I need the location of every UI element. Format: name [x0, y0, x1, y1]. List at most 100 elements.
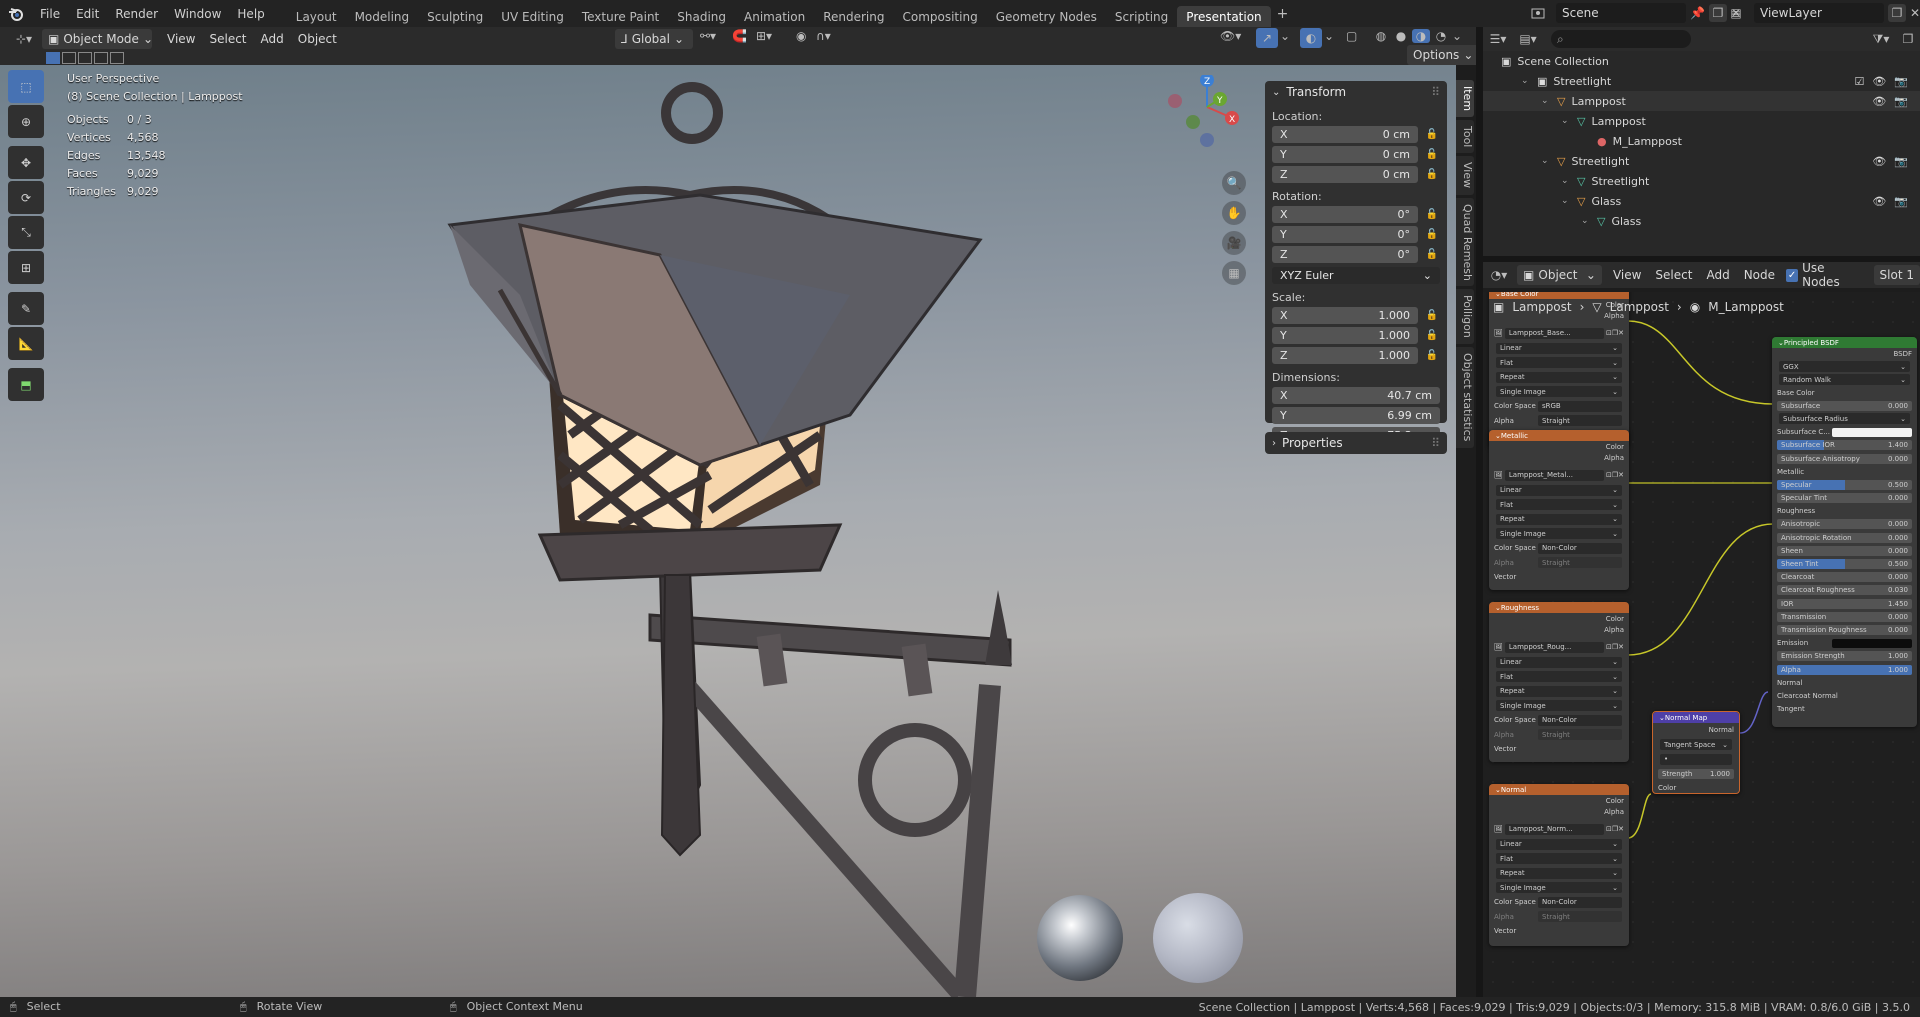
- alpha-mode-dropdown[interactable]: Straight: [1538, 911, 1622, 923]
- image-texture-node[interactable]: ⌄ Base Color Color Alpha 🖼 Lamppost_Base... ⊡…: [1489, 292, 1629, 448]
- alpha-output[interactable]: Alpha: [1489, 452, 1629, 463]
- color-space-row[interactable]: Color Space Non-Color: [1489, 895, 1629, 910]
- normal-map-node[interactable]: ⌄ Normal Map Normal Tangent Space ⌄ • Str…: [1652, 711, 1740, 794]
- chevron-down-icon[interactable]: ⌄: [1561, 196, 1571, 206]
- bsdf-input[interactable]: Roughness: [1772, 505, 1917, 518]
- rotation-y-field[interactable]: Y 0°: [1272, 226, 1418, 243]
- tab-rendering[interactable]: Rendering: [814, 6, 893, 28]
- linear-dropdown[interactable]: Linear ⌄: [1489, 483, 1629, 498]
- alpha-mode-dropdown[interactable]: Straight: [1538, 415, 1622, 427]
- select-subtract-icon[interactable]: [78, 52, 92, 64]
- rotation-z-field[interactable]: Z 0°: [1272, 246, 1418, 263]
- image-name-field[interactable]: Lamppost_Metal...: [1504, 469, 1604, 481]
- bsdf-field[interactable]: Sheen Tint 0.500: [1777, 559, 1912, 570]
- proportional-edit-icon[interactable]: ◉: [796, 29, 806, 43]
- bsdf-input[interactable]: Transmission Roughness 0.000: [1772, 623, 1917, 636]
- color-output[interactable]: Color: [1489, 441, 1629, 452]
- linear-dropdown[interactable]: Linear ⌄: [1489, 341, 1629, 356]
- scale-tool[interactable]: ⤡: [8, 216, 44, 249]
- bsdf-input[interactable]: Subsurface Radius ⌄: [1772, 412, 1917, 425]
- single-dropdown[interactable]: Single Image ⌄: [1489, 527, 1629, 542]
- bsdf-field[interactable]: Subsurface Anisotropy 0.000: [1777, 453, 1912, 464]
- alpha-output[interactable]: Alpha: [1489, 806, 1629, 817]
- location-z-field[interactable]: Z 0 cm: [1272, 166, 1418, 183]
- bsdf-output[interactable]: BSDF: [1772, 348, 1917, 360]
- sidebar-tab-polligon[interactable]: Polligon: [1456, 289, 1474, 345]
- dimensions-y-field[interactable]: Y 6.99 cm: [1272, 407, 1440, 424]
- image-selector[interactable]: 🖼 Lamppost_Metal... ⊡❐✕: [1489, 467, 1629, 483]
- camera-icon[interactable]: 📷: [1894, 155, 1908, 168]
- bsdf-input[interactable]: Emission Strength 1.000: [1772, 650, 1917, 663]
- breadcrumb-item[interactable]: Lamppost: [1610, 300, 1669, 314]
- node-editor[interactable]: ▣ Lamppost › ▽ Lamppost › ◉ M_Lamppost ⌄ Base C…: [1483, 292, 1920, 997]
- drag-handle-icon[interactable]: ⠿: [1431, 436, 1440, 450]
- normal-output[interactable]: Normal: [1653, 723, 1739, 738]
- bsdf-input[interactable]: Emission: [1772, 637, 1917, 650]
- alpha-mode-dropdown[interactable]: Straight: [1538, 557, 1622, 569]
- measure-tool[interactable]: 📐: [8, 327, 44, 360]
- shader-type-dropdown[interactable]: ▣ Object ⌄: [1517, 265, 1602, 285]
- wireframe-shading-icon[interactable]: ◍: [1372, 29, 1390, 43]
- bsdf-field[interactable]: Transmission 0.000: [1777, 611, 1912, 622]
- node-menu-node[interactable]: Node: [1737, 268, 1782, 282]
- options-button[interactable]: Options ⌄: [1407, 45, 1480, 65]
- grid-view-icon[interactable]: ▦: [1222, 261, 1246, 285]
- new-view-layer-icon[interactable]: ❐: [1888, 4, 1906, 22]
- scene-name-field[interactable]: Scene: [1556, 3, 1686, 23]
- image-texture-node[interactable]: ⌄ Roughness Color Alpha 🖼 Lamppost_Roug... ⊡❐…: [1489, 602, 1629, 762]
- bsdf-field[interactable]: Sheen 0.000: [1777, 545, 1912, 556]
- orientation-dropdown[interactable]: ⅃ Global ⌄: [615, 29, 693, 49]
- image-actions-icon[interactable]: ⊡❐✕: [1606, 643, 1624, 651]
- color-space-dropdown[interactable]: Non-Color: [1538, 714, 1622, 726]
- bsdf-field[interactable]: Transmission Roughness 0.000: [1777, 624, 1912, 635]
- shader-editor-icon[interactable]: ◔▾: [1485, 268, 1513, 282]
- menu-render[interactable]: Render: [107, 0, 166, 28]
- scale-y-field[interactable]: Y 1.000: [1272, 327, 1418, 344]
- camera-icon[interactable]: 📷: [1894, 95, 1908, 108]
- tab-presentation[interactable]: Presentation: [1177, 6, 1271, 28]
- visibility-icon[interactable]: 👁▾: [1220, 29, 1241, 43]
- tab-uv-editing[interactable]: UV Editing: [492, 6, 573, 28]
- color-swatch[interactable]: [1832, 427, 1912, 437]
- scale-x-field[interactable]: X 1.000: [1272, 307, 1418, 324]
- cursor-tool[interactable]: ⊕: [8, 105, 44, 138]
- sidebar-tab-quad-remesh[interactable]: Quad Remesh: [1456, 197, 1474, 287]
- sss-method-dropdown[interactable]: Random Walk ⌄: [1772, 373, 1917, 386]
- tab-animation[interactable]: Animation: [735, 6, 814, 28]
- chevron-down-icon[interactable]: ⌄: [1561, 176, 1571, 186]
- view-layer-icon[interactable]: ▤: [1722, 6, 1750, 20]
- outliner-search-input[interactable]: ⌕: [1551, 30, 1691, 48]
- alpha-mode-row[interactable]: Alpha Straight: [1489, 556, 1629, 571]
- 3d-viewport[interactable]: ⬚ ⊕ ✥ ⟳ ⤡ ⊞ ✎ 📐 ⬒ User Perspective (8) S…: [0, 65, 1456, 997]
- principled-bsdf-node[interactable]: ⌄ Principled BSDF BSDF GGX ⌄ Random Walk ⌄…: [1772, 337, 1917, 727]
- color-space-row[interactable]: Color Space sRGB: [1489, 399, 1629, 414]
- rotate-tool[interactable]: ⟳: [8, 181, 44, 214]
- bsdf-input[interactable]: Transmission 0.000: [1772, 610, 1917, 623]
- color-swatch[interactable]: [1832, 638, 1912, 648]
- color-space-dropdown[interactable]: Non-Color: [1538, 896, 1622, 908]
- display-mode-icon[interactable]: ▤▾: [1513, 32, 1543, 46]
- chevron-down-icon[interactable]: ⌄: [1581, 216, 1591, 226]
- bsdf-field[interactable]: Specular 0.500: [1777, 479, 1912, 490]
- repeat-dropdown[interactable]: Repeat ⌄: [1489, 370, 1629, 385]
- scale-z-field[interactable]: Z 1.000: [1272, 347, 1418, 364]
- image-actions-icon[interactable]: ⊡❐✕: [1606, 471, 1624, 479]
- snap-icon[interactable]: 🧲: [732, 29, 747, 43]
- pivot-icon[interactable]: ⚯▾: [700, 29, 716, 43]
- image-selector[interactable]: 🖼 Lamppost_Base... ⊡❐✕: [1489, 325, 1629, 341]
- space-dropdown[interactable]: Tangent Space ⌄: [1653, 738, 1739, 753]
- eye-icon[interactable]: 👁: [1872, 195, 1886, 208]
- bsdf-input[interactable]: IOR 1.450: [1772, 597, 1917, 610]
- bsdf-field[interactable]: IOR 1.450: [1777, 598, 1912, 609]
- camera-icon[interactable]: 🎥: [1222, 231, 1246, 255]
- tab-texture-paint[interactable]: Texture Paint: [573, 6, 668, 28]
- uv-map-field[interactable]: •: [1653, 752, 1739, 767]
- bsdf-input[interactable]: Anisotropic 0.000: [1772, 518, 1917, 531]
- properties-panel[interactable]: › Properties ⠿: [1265, 432, 1447, 454]
- add-workspace-icon[interactable]: +: [1277, 6, 1289, 22]
- bsdf-input[interactable]: Alpha 1.000: [1772, 663, 1917, 676]
- color-space-dropdown[interactable]: Non-Color: [1538, 542, 1622, 554]
- dimensions-x-field[interactable]: X 40.7 cm: [1272, 387, 1440, 404]
- image-texture-node[interactable]: ⌄ Normal Color Alpha 🖼 Lamppost_Norm... ⊡❐✕ Li…: [1489, 784, 1629, 946]
- pin-icon[interactable]: 📌: [1690, 6, 1705, 20]
